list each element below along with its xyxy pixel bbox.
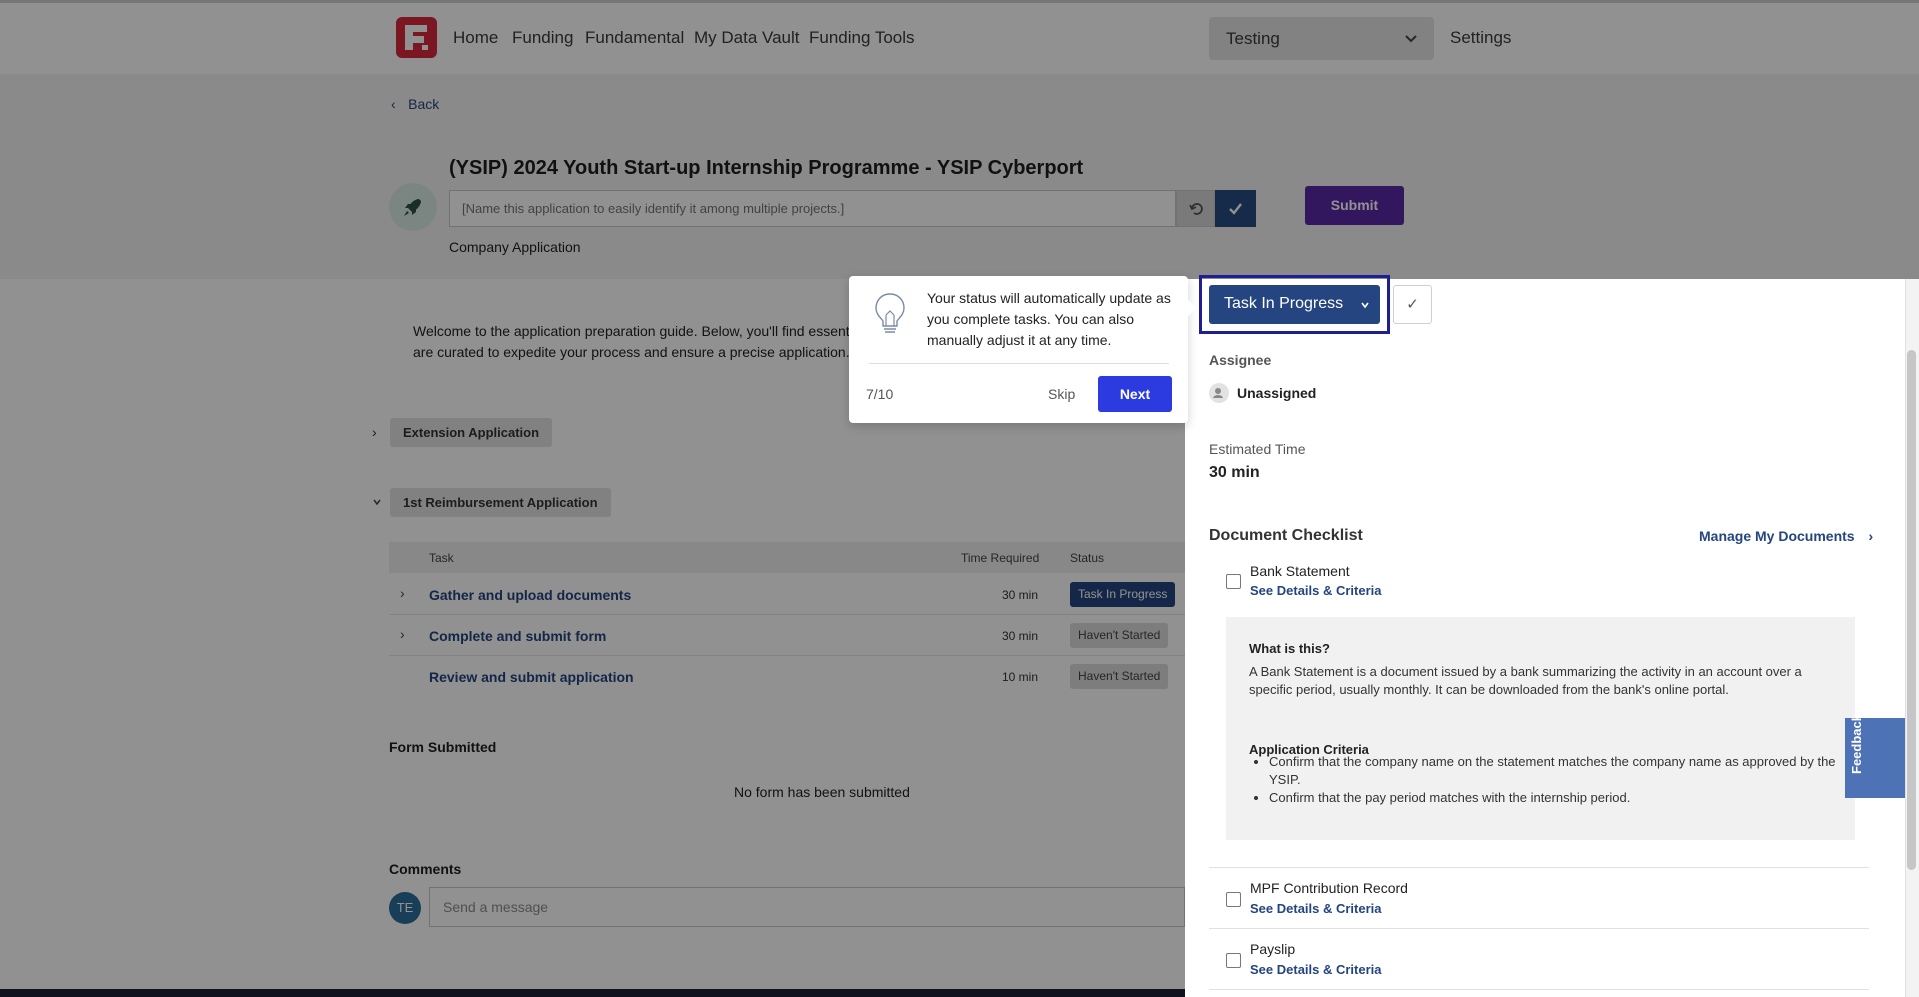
details-link[interactable]: See Details & Criteria (1250, 583, 1382, 598)
divider (1209, 928, 1869, 929)
status-dropdown-button[interactable]: Task In Progress (1209, 285, 1380, 324)
divider (1209, 989, 1869, 990)
chevron-right-icon: › (1868, 528, 1874, 544)
what-is-this-text: A Bank Statement is a document issued by… (1249, 664, 1802, 697)
criteria-item: Confirm that the company name on the sta… (1269, 753, 1839, 789)
assignee-label: Assignee (1209, 352, 1272, 368)
feedback-tab[interactable]: Feedback (1845, 714, 1905, 798)
checkbox-bank-statement[interactable] (1226, 574, 1241, 589)
estimated-time-label: Estimated Time (1209, 441, 1306, 457)
doc-name: Payslip (1250, 941, 1296, 957)
mark-complete-button[interactable]: ✓ (1393, 285, 1432, 324)
lightbulb-icon (873, 291, 907, 342)
checkbox-payslip[interactable] (1226, 953, 1241, 968)
divider (1209, 867, 1869, 868)
manage-documents-link[interactable]: Manage My Documents › (1699, 528, 1873, 544)
details-link[interactable]: See Details & Criteria (1250, 901, 1382, 916)
skip-button[interactable]: Skip (1048, 386, 1075, 402)
divider (869, 363, 1169, 364)
what-is-this-title: What is this? (1249, 641, 1330, 656)
details-link[interactable]: See Details & Criteria (1250, 962, 1382, 977)
criteria-item: Confirm that the pay period matches with… (1269, 789, 1839, 807)
tour-step-counter: 7/10 (866, 386, 894, 402)
doc-name: MPF Contribution Record (1250, 880, 1408, 896)
tooltip-arrow (1188, 300, 1197, 316)
chevron-down-icon (1359, 298, 1371, 316)
tooltip-text: Your status will automatically update as… (927, 290, 1171, 348)
user-icon (1209, 383, 1229, 403)
tour-tooltip: Your status will automatically update as… (849, 276, 1188, 423)
next-button[interactable]: Next (1098, 376, 1172, 412)
document-detail-panel: What is this? A Bank Statement is a docu… (1226, 617, 1855, 840)
estimated-time-value: 30 min (1209, 464, 1260, 481)
assignee-value[interactable]: Unassigned (1237, 385, 1316, 401)
checkbox-mpf[interactable] (1226, 892, 1241, 907)
check-icon: ✓ (1406, 296, 1419, 313)
criteria-list: Confirm that the company name on the sta… (1249, 753, 1839, 807)
doc-name: Bank Statement (1250, 563, 1350, 579)
document-checklist-title: Document Checklist (1209, 527, 1363, 544)
scrollbar-thumb[interactable] (1907, 350, 1916, 870)
